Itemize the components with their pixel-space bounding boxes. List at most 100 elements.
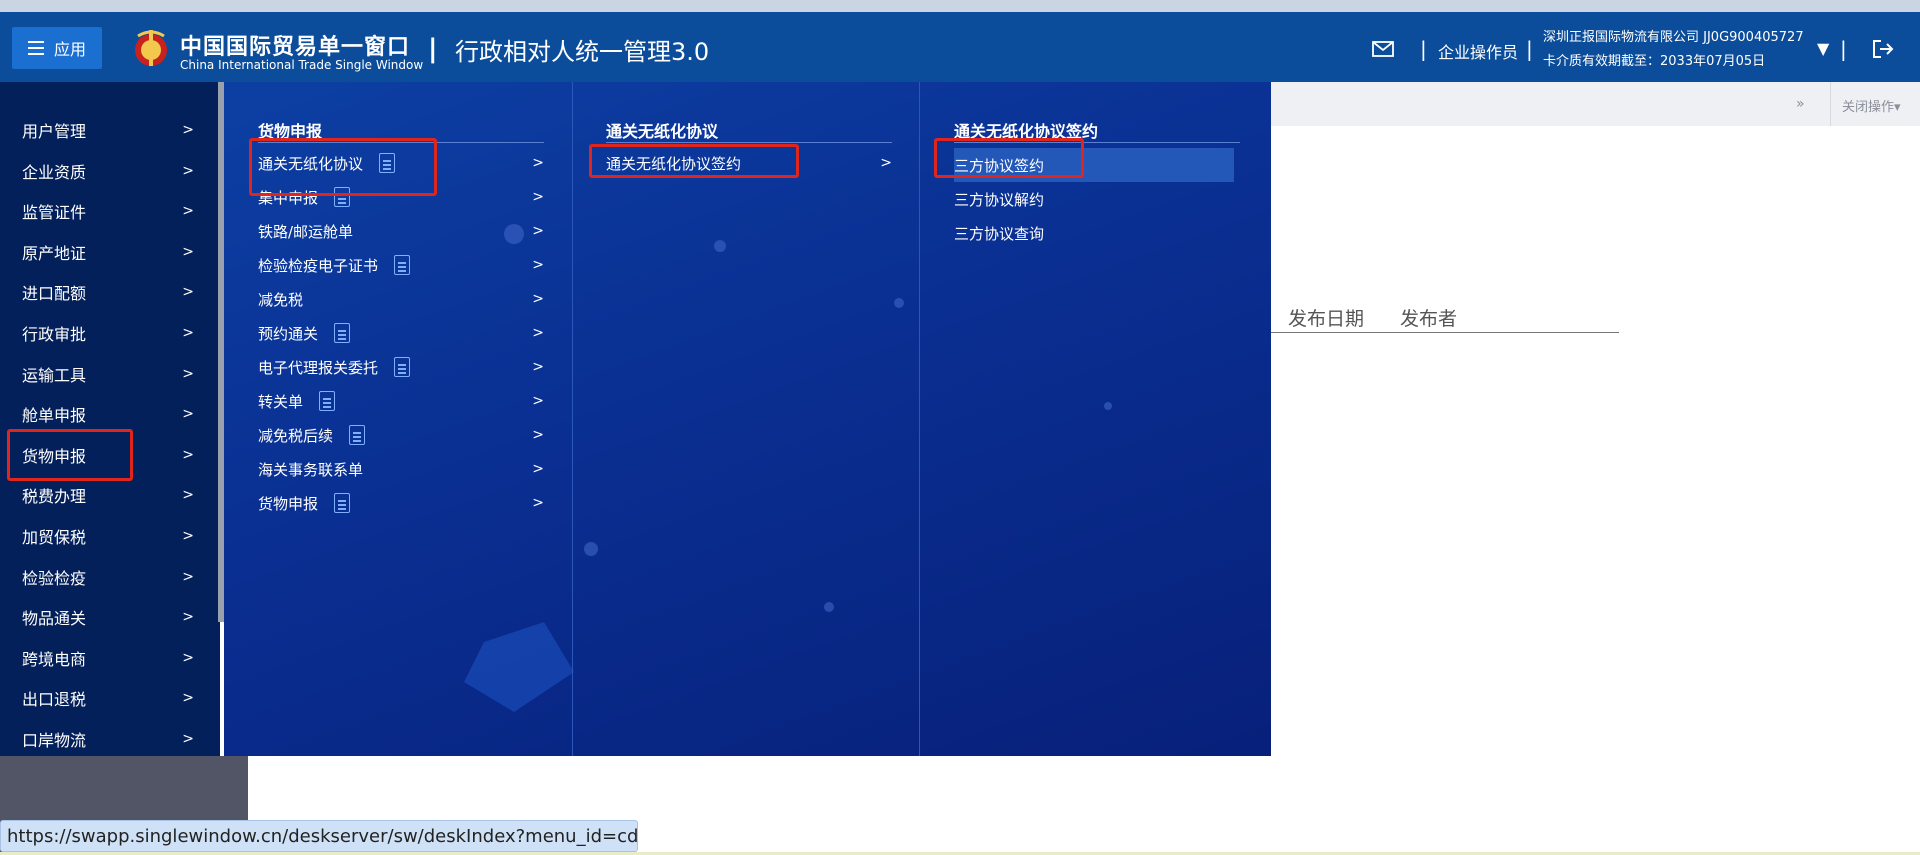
chevron-right-icon: > bbox=[182, 487, 194, 504]
sidebar-item-label: 跨境电商 bbox=[22, 649, 87, 669]
chevron-right-icon: > bbox=[532, 393, 544, 409]
status-url-tooltip: https://swapp.singlewindow.cn/deskserver… bbox=[0, 820, 638, 852]
chevron-right-icon: > bbox=[182, 731, 194, 747]
menu-item-label: 减免税 bbox=[258, 290, 304, 309]
sidebar-item[interactable]: 口岸物流 > bbox=[0, 719, 216, 759]
sidebar-item-label: 检验检疫 bbox=[22, 568, 87, 588]
sidebar-item[interactable]: 原产地证 > bbox=[0, 232, 216, 272]
menu-item[interactable]: 减免税后续 > bbox=[258, 420, 544, 450]
menu-item[interactable]: 三方协议解约 bbox=[954, 184, 1234, 214]
sidebar-item[interactable]: 监管证件 > bbox=[0, 191, 216, 231]
hamburger-icon bbox=[27, 41, 44, 55]
sidebar-item[interactable]: 运输工具 > bbox=[0, 354, 216, 394]
menu-item-label: 海关事务联系单 bbox=[258, 460, 364, 479]
chevron-right-icon: > bbox=[182, 162, 194, 179]
table-header-underline bbox=[1271, 332, 1619, 333]
chevron-right-icon: > bbox=[532, 257, 544, 273]
sidebar-item-label: 税费办理 bbox=[22, 487, 87, 507]
annotation-box bbox=[589, 144, 799, 178]
header-separator: | bbox=[1420, 37, 1427, 61]
menu-item-label: 检验检疫电子证书 bbox=[258, 256, 379, 275]
chevron-right-icon: > bbox=[532, 189, 544, 205]
menu-item-label: 货物申报 bbox=[258, 494, 319, 513]
menu-item[interactable]: 电子代理报关委托 > bbox=[258, 352, 544, 382]
document-icon bbox=[334, 493, 351, 513]
sidebar-item-label: 进口配额 bbox=[22, 284, 87, 304]
menu-item-label: 铁路/邮运舱单 bbox=[258, 222, 354, 241]
customs-emblem-logo bbox=[135, 30, 167, 66]
chevron-right-icon: > bbox=[182, 406, 194, 423]
chevron-right-icon: > bbox=[532, 155, 544, 171]
tab-bar-separator bbox=[1830, 82, 1831, 126]
sidebar-item[interactable]: 跨境电商 > bbox=[0, 638, 216, 678]
chevron-right-icon: > bbox=[182, 243, 194, 260]
menu-item[interactable]: 减免税 > bbox=[258, 284, 544, 314]
browser-top-strip bbox=[0, 0, 1920, 12]
chevron-right-icon: > bbox=[182, 528, 194, 544]
menu-col2-title: 通关无纸化协议 bbox=[606, 122, 719, 141]
menu-item[interactable]: 货物申报 > bbox=[258, 488, 544, 518]
bg-decor-dot bbox=[1104, 402, 1112, 410]
sidebar-item[interactable]: 企业资质 > bbox=[0, 151, 216, 191]
sidebar-item-label: 出口退税 bbox=[22, 690, 87, 710]
sidebar-item[interactable]: 用户管理 > bbox=[0, 110, 216, 150]
bg-decor-dot bbox=[714, 240, 726, 252]
annotation-box bbox=[249, 138, 437, 196]
sidebar-item[interactable]: 物品通关 > bbox=[0, 597, 216, 637]
sidebar-item-label: 加贸保税 bbox=[22, 528, 87, 547]
chevron-right-icon: > bbox=[880, 155, 892, 171]
sidebar-item-label: 监管证件 bbox=[22, 203, 87, 223]
menu-item-label: 电子代理报关委托 bbox=[258, 358, 379, 377]
annotation-box bbox=[934, 138, 1084, 178]
tab-forward-icon[interactable]: » bbox=[1796, 96, 1805, 112]
chevron-right-icon: > bbox=[182, 203, 194, 220]
menu-item[interactable]: 三方协议查询 bbox=[954, 218, 1234, 248]
chevron-right-icon: > bbox=[182, 325, 194, 341]
chevron-right-icon: > bbox=[182, 446, 194, 463]
document-icon bbox=[334, 323, 351, 343]
menu-item-label: 转关单 bbox=[258, 392, 304, 411]
column-header-publisher: 发布者 bbox=[1400, 308, 1458, 330]
chevron-right-icon: > bbox=[182, 649, 194, 666]
column-header-date: 发布日期 bbox=[1288, 308, 1365, 330]
user-role: 企业操作员 bbox=[1438, 43, 1519, 62]
chevron-right-icon: > bbox=[532, 495, 544, 511]
sidebar-item[interactable]: 进口配额 > bbox=[0, 272, 216, 312]
app-button-label: 应用 bbox=[53, 40, 86, 59]
menu-item-label: 预约通关 bbox=[258, 324, 319, 343]
chevron-right-icon: > bbox=[532, 325, 544, 341]
sidebar-item[interactable]: 出口退税 > bbox=[0, 678, 216, 718]
menu-item[interactable]: 海关事务联系单 > bbox=[258, 454, 544, 484]
menu-item-label: 减免税后续 bbox=[258, 426, 334, 445]
menu-item[interactable]: 铁路/邮运舱单 > bbox=[258, 216, 544, 246]
app-menu-button[interactable]: 应用 bbox=[12, 27, 102, 69]
header-separator: | bbox=[1526, 37, 1533, 61]
sidebar-item[interactable]: 税费办理 > bbox=[0, 475, 216, 515]
chevron-right-icon: > bbox=[532, 359, 544, 375]
mail-icon[interactable] bbox=[1372, 41, 1394, 57]
menu-item[interactable]: 预约通关 > bbox=[258, 318, 544, 348]
sidebar-item-label: 运输工具 bbox=[22, 365, 87, 385]
bg-decor-dot bbox=[584, 542, 598, 556]
bg-decor-dot bbox=[824, 602, 834, 612]
card-validity: 卡介质有效期截至：2033年07月05日 bbox=[1543, 54, 1766, 69]
logout-icon[interactable] bbox=[1872, 39, 1894, 59]
system-title: 行政相对人统一管理3.0 bbox=[455, 38, 710, 66]
chevron-right-icon: > bbox=[182, 284, 194, 301]
document-icon bbox=[394, 357, 411, 377]
close-operations-button[interactable]: 关闭操作▾ bbox=[1842, 96, 1901, 115]
menu-item[interactable]: 转关单 > bbox=[258, 386, 544, 416]
user-dropdown-caret[interactable]: ▼ bbox=[1817, 39, 1829, 58]
brand-name-cn: 中国国际贸易单一窗口 bbox=[180, 35, 411, 60]
document-icon bbox=[319, 391, 336, 411]
sidebar-item[interactable]: 检验检疫 > bbox=[0, 557, 216, 597]
sidebar-item[interactable]: 行政审批 > bbox=[0, 313, 216, 353]
menu-item[interactable]: 检验检疫电子证书 > bbox=[258, 250, 544, 280]
header-separator: | bbox=[1840, 37, 1847, 61]
close-operations-label: 关闭操作 bbox=[1842, 100, 1895, 115]
column-separator bbox=[572, 82, 573, 756]
sidebar-item[interactable]: 加贸保税 > bbox=[0, 516, 216, 556]
sidebar-item-label: 企业资质 bbox=[22, 162, 87, 182]
chevron-right-icon: > bbox=[532, 223, 544, 239]
bg-decor-dot bbox=[894, 298, 904, 308]
